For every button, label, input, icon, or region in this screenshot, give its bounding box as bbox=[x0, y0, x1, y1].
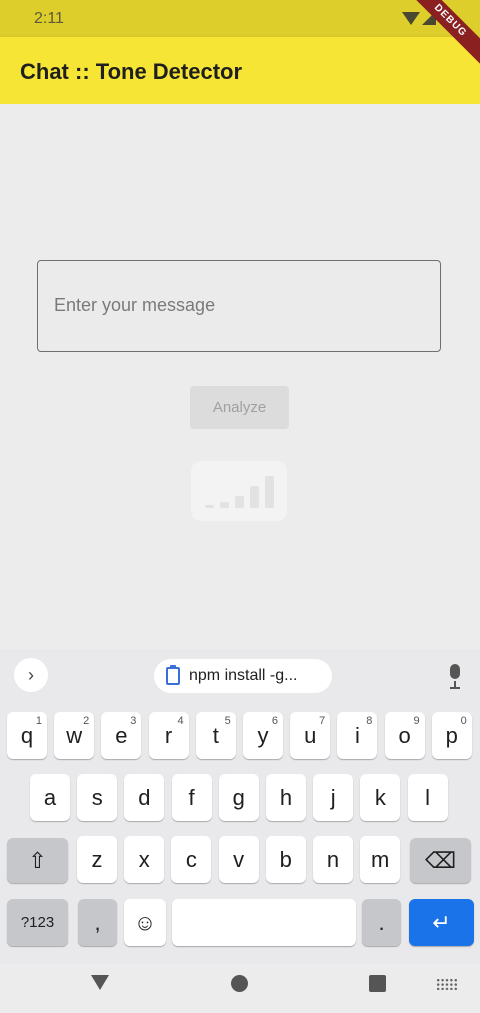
enter-key[interactable]: ↵ bbox=[409, 899, 474, 946]
back-icon[interactable] bbox=[91, 975, 109, 990]
key-i[interactable]: i8 bbox=[337, 712, 378, 759]
key-y[interactable]: y6 bbox=[243, 712, 283, 759]
wifi-icon bbox=[402, 12, 420, 25]
key-h[interactable]: h bbox=[266, 774, 306, 821]
key-label: y bbox=[257, 722, 269, 748]
clipboard-suggestion-text: npm install -g... bbox=[189, 667, 298, 684]
key-number-hint: 6 bbox=[271, 715, 278, 727]
shift-key[interactable]: ⇧ bbox=[7, 838, 68, 883]
key-n[interactable]: n bbox=[313, 836, 353, 883]
system-nav-bar bbox=[0, 964, 480, 1013]
key-number-hint: 7 bbox=[319, 715, 326, 727]
key-q[interactable]: q1 bbox=[7, 712, 47, 759]
message-field[interactable] bbox=[37, 260, 441, 352]
key-j[interactable]: j bbox=[313, 774, 354, 821]
clipboard-suggestion[interactable]: npm install -g... bbox=[154, 659, 332, 693]
key-label: p bbox=[445, 722, 458, 748]
key-label: q bbox=[20, 722, 34, 748]
key-label: u bbox=[304, 722, 317, 748]
key-e[interactable]: e3 bbox=[101, 712, 142, 759]
keyboard: › npm install -g... q1w2e3r4t5y6u7i8o9p0… bbox=[0, 649, 480, 964]
key-l[interactable]: l bbox=[407, 774, 448, 821]
status-bar: 2:11 bbox=[0, 0, 480, 37]
key-m[interactable]: m bbox=[360, 836, 401, 883]
app-bar: Chat :: Tone Detector bbox=[0, 37, 480, 104]
period-key[interactable]: . bbox=[362, 899, 401, 946]
key-a[interactable]: a bbox=[30, 774, 70, 821]
key-k[interactable]: k bbox=[360, 774, 401, 821]
key-number-hint: 2 bbox=[83, 715, 90, 727]
emoji-key[interactable]: ☺ bbox=[124, 899, 166, 946]
key-number-hint: 5 bbox=[224, 715, 231, 727]
loading-indicator bbox=[191, 461, 287, 521]
loading-bar bbox=[250, 486, 259, 508]
key-r[interactable]: r4 bbox=[148, 712, 189, 759]
keyboard-switch-icon[interactable] bbox=[436, 978, 458, 990]
home-icon[interactable] bbox=[231, 975, 248, 992]
symbols-key[interactable]: ?123 bbox=[7, 899, 68, 946]
key-number-hint: 1 bbox=[35, 715, 42, 727]
suggestion-strip: › npm install -g... bbox=[0, 649, 480, 705]
key-d[interactable]: d bbox=[124, 774, 165, 821]
key-g[interactable]: g bbox=[218, 774, 259, 821]
key-number-hint: 0 bbox=[460, 715, 467, 727]
key-label: i bbox=[354, 722, 360, 748]
page-title: Chat :: Tone Detector bbox=[20, 59, 243, 84]
key-label: t bbox=[212, 722, 219, 748]
space-key[interactable] bbox=[172, 899, 356, 946]
message-input[interactable] bbox=[52, 289, 416, 321]
key-w[interactable]: w2 bbox=[54, 712, 95, 759]
key-z[interactable]: z bbox=[77, 836, 117, 883]
clipboard-icon bbox=[166, 665, 180, 685]
key-p[interactable]: p0 bbox=[431, 712, 472, 759]
loading-bar bbox=[265, 476, 274, 508]
key-u[interactable]: u7 bbox=[290, 712, 331, 759]
recents-icon[interactable] bbox=[369, 975, 386, 992]
main-content: Analyze bbox=[0, 104, 480, 649]
key-b[interactable]: b bbox=[265, 836, 306, 883]
comma-key[interactable]: , bbox=[78, 899, 117, 946]
key-label: w bbox=[66, 722, 83, 748]
loading-bar bbox=[205, 505, 214, 508]
key-label: o bbox=[398, 722, 411, 748]
key-number-hint: 3 bbox=[130, 715, 137, 727]
key-number-hint: 4 bbox=[177, 715, 184, 727]
key-number-hint: 9 bbox=[413, 715, 420, 727]
microphone-icon[interactable] bbox=[446, 664, 464, 690]
key-s[interactable]: s bbox=[77, 774, 118, 821]
key-label: r bbox=[164, 722, 173, 748]
key-x[interactable]: x bbox=[124, 836, 165, 883]
key-v[interactable]: v bbox=[218, 836, 259, 883]
status-time: 2:11 bbox=[34, 10, 64, 27]
key-f[interactable]: f bbox=[171, 774, 212, 821]
expand-toolbar-button[interactable]: › bbox=[14, 658, 48, 692]
key-o[interactable]: o9 bbox=[384, 712, 425, 759]
key-c[interactable]: c bbox=[171, 836, 212, 883]
backspace-key[interactable]: ⌫ bbox=[410, 838, 471, 883]
key-number-hint: 8 bbox=[366, 715, 373, 727]
loading-bar bbox=[235, 496, 244, 508]
key-label: e bbox=[115, 722, 128, 748]
analyze-button[interactable]: Analyze bbox=[190, 386, 289, 429]
key-t[interactable]: t5 bbox=[195, 712, 236, 759]
loading-bar bbox=[220, 502, 229, 508]
